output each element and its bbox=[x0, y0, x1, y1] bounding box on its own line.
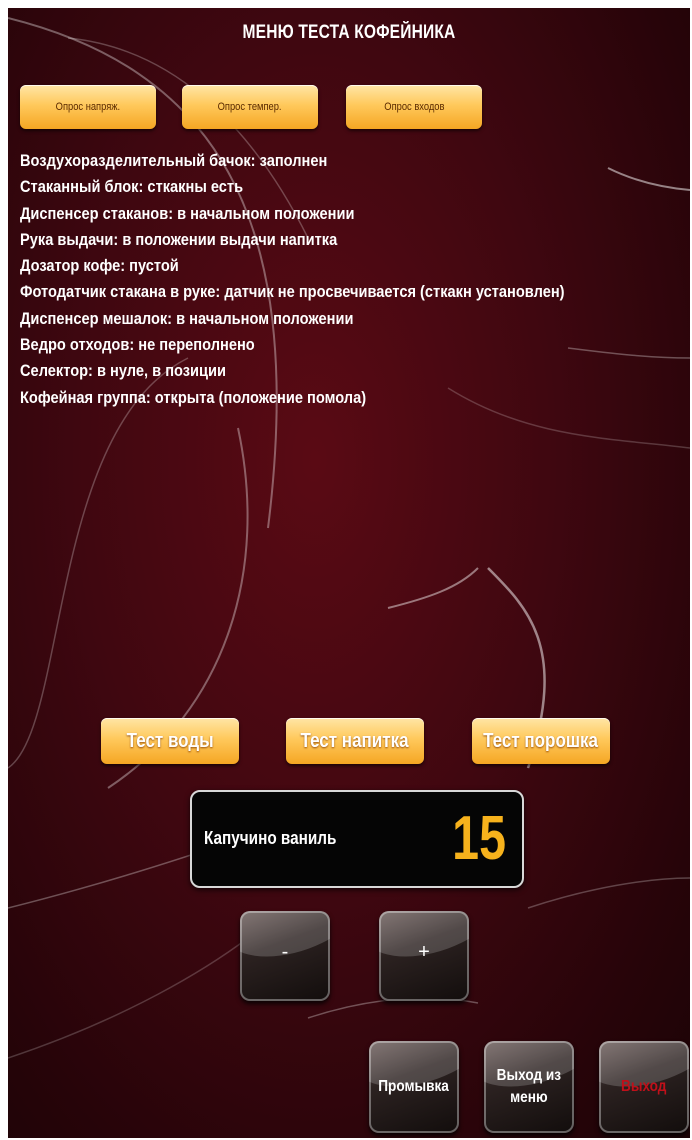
drink-number: 15 bbox=[452, 804, 506, 873]
coffee-test-screen: МЕНЮ ТЕСТА КОФЕЙНИКА Опрос напряж. Опрос… bbox=[8, 8, 690, 1138]
exit-button[interactable]: Выход bbox=[599, 1041, 689, 1133]
status-line: Диспенсер мешалок: в начальном положении bbox=[20, 308, 354, 328]
water-test-label: Тест воды bbox=[126, 730, 214, 752]
minus-button[interactable]: - bbox=[240, 911, 330, 1001]
page-title: МЕНЮ ТЕСТА КОФЕЙНИКА bbox=[242, 22, 456, 43]
poll-voltage-label: Опрос напряж. bbox=[55, 101, 121, 113]
status-list: Воздухоразделительный бачок: заполнен Ст… bbox=[20, 148, 690, 411]
water-test-button[interactable]: Тест воды bbox=[101, 718, 239, 764]
exit-label: Выход bbox=[621, 1078, 667, 1095]
status-line: Кофейная группа: открыта (положение помо… bbox=[20, 387, 367, 407]
poll-voltage-button[interactable]: Опрос напряж. bbox=[20, 85, 156, 129]
status-line: Ведро отходов: не переполнено bbox=[20, 335, 255, 355]
poll-inputs-label: Опрос входов bbox=[383, 101, 445, 113]
status-line: Селектор: в нуле, в позиции bbox=[20, 361, 226, 381]
status-line: Воздухоразделительный бачок: заполнен bbox=[20, 151, 328, 170]
exit-menu-button[interactable]: Выход из меню bbox=[484, 1041, 574, 1133]
minus-label: - bbox=[281, 941, 289, 963]
drink-test-label: Тест напитка bbox=[300, 730, 410, 752]
flush-label: Промывка bbox=[378, 1078, 450, 1095]
poll-inputs-button[interactable]: Опрос входов bbox=[346, 85, 482, 129]
powder-test-label: Тест порошка bbox=[483, 730, 599, 752]
poll-temperature-button[interactable]: Опрос темпер. bbox=[182, 85, 318, 129]
flush-button[interactable]: Промывка bbox=[369, 1041, 459, 1133]
powder-test-button[interactable]: Тест порошка bbox=[472, 718, 610, 764]
drink-display: Капучино ваниль 15 bbox=[190, 790, 524, 888]
exit-menu-label: Выход из меню bbox=[496, 1067, 562, 1106]
plus-label: + bbox=[418, 941, 430, 963]
drink-test-button[interactable]: Тест напитка bbox=[286, 718, 424, 764]
drink-name: Капучино ваниль bbox=[204, 828, 337, 848]
status-line: Стаканный блок: сткакны есть bbox=[20, 177, 244, 197]
status-line: Рука выдачи: в положении выдачи напитка bbox=[20, 229, 338, 249]
status-line: Фотодатчик стакана в руке: датчик не про… bbox=[20, 282, 565, 302]
plus-button[interactable]: + bbox=[379, 911, 469, 1001]
status-line: Диспенсер стаканов: в начальном положени… bbox=[20, 203, 355, 223]
status-line: Дозатор кофе: пустой bbox=[20, 256, 179, 276]
poll-temperature-label: Опрос темпер. bbox=[218, 101, 282, 113]
